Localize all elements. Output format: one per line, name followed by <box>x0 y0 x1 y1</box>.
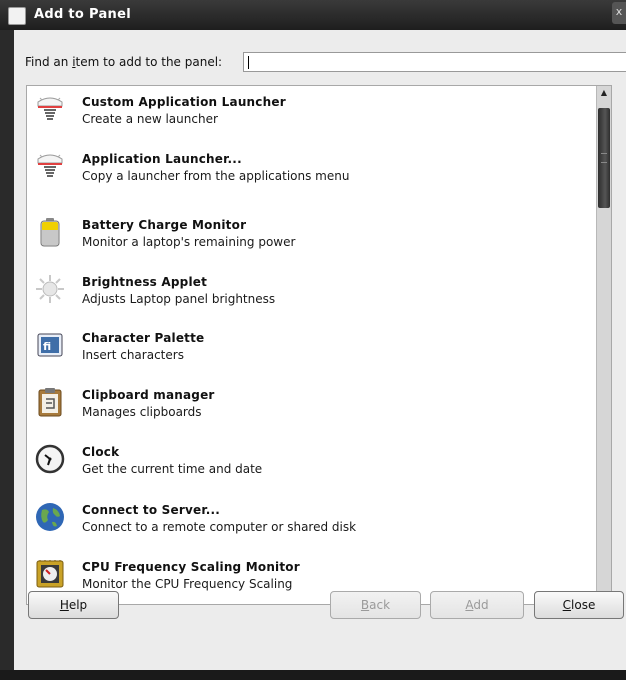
character-palette-icon: fi <box>37 333 63 357</box>
item-name: Custom Application Launcher <box>82 95 286 109</box>
item-description: Monitor the CPU Frequency Scaling <box>82 577 293 591</box>
item-description: Copy a launcher from the applications me… <box>82 169 350 183</box>
help-button[interactable]: Help <box>28 591 119 619</box>
item-description: Connect to a remote computer or shared d… <box>82 520 357 534</box>
list-item[interactable]: Battery Charge Monitor Monitor a laptop'… <box>27 211 611 263</box>
item-name: Application Launcher... <box>82 152 242 166</box>
window-icon <box>8 7 26 25</box>
find-row: Find an item to add to the panel: <box>25 52 626 72</box>
item-description: Monitor a laptop's remaining power <box>82 235 296 249</box>
globe-icon <box>36 503 64 531</box>
list-item[interactable]: Custom Application Launcher Create a new… <box>27 88 611 140</box>
text-caret <box>248 56 249 69</box>
battery-icon <box>40 218 60 247</box>
item-name: Battery Charge Monitor <box>82 218 247 232</box>
grip-icon <box>601 153 607 163</box>
item-name: Character Palette <box>82 331 205 345</box>
item-description: Manages clipboards <box>82 405 202 419</box>
item-list[interactable]: Custom Application Launcher Create a new… <box>26 85 612 605</box>
launcher-spring-icon <box>37 97 63 120</box>
add-button[interactable]: Add <box>430 591 524 619</box>
clock-icon <box>35 444 65 474</box>
item-description: Adjusts Laptop panel brightness <box>82 292 276 306</box>
list-item[interactable]: Clipboard manager Manages clipboards <box>27 381 611 433</box>
item-description: Get the current time and date <box>82 462 263 476</box>
title-bar[interactable]: Add to Panel x <box>0 0 626 30</box>
launcher-spring-icon <box>37 154 63 177</box>
svg-text:fi: fi <box>43 340 51 353</box>
scroll-up-arrow-icon[interactable]: ▲ <box>597 86 611 100</box>
scroll-thumb[interactable] <box>598 108 610 208</box>
item-description: Insert characters <box>82 348 184 362</box>
list-item[interactable]: Connect to Server... Connect to a remote… <box>27 496 611 548</box>
item-name: Connect to Server... <box>82 503 221 517</box>
cpu-gauge-icon <box>36 560 64 588</box>
search-input[interactable] <box>243 52 626 72</box>
list-item[interactable]: fi Character Palette Insert characters <box>27 324 611 376</box>
item-name: Clock <box>82 445 120 459</box>
list-item[interactable]: Clock Get the current time and date <box>27 438 611 490</box>
clipboard-icon <box>38 388 62 417</box>
close-window-button[interactable]: x <box>612 2 626 24</box>
item-description: Create a new launcher <box>82 112 218 126</box>
add-to-panel-dialog: Find an item to add to the panel: Custom… <box>14 30 626 670</box>
vertical-scrollbar[interactable]: ▲ ▼ <box>596 86 611 604</box>
close-button[interactable]: Close <box>534 591 624 619</box>
window-title: Add to Panel <box>34 7 131 22</box>
list-item[interactable]: Application Launcher... Copy a launcher … <box>27 145 611 197</box>
find-label: Find an item to add to the panel: <box>25 55 223 69</box>
item-name: CPU Frequency Scaling Monitor <box>82 560 300 574</box>
list-item[interactable]: Brightness Applet Adjusts Laptop panel b… <box>27 268 611 320</box>
back-button[interactable]: Back <box>330 591 421 619</box>
item-name: Clipboard manager <box>82 388 215 402</box>
window-bottom-edge <box>0 670 626 680</box>
item-name: Brightness Applet <box>82 275 208 289</box>
brightness-sun-icon <box>36 275 64 303</box>
